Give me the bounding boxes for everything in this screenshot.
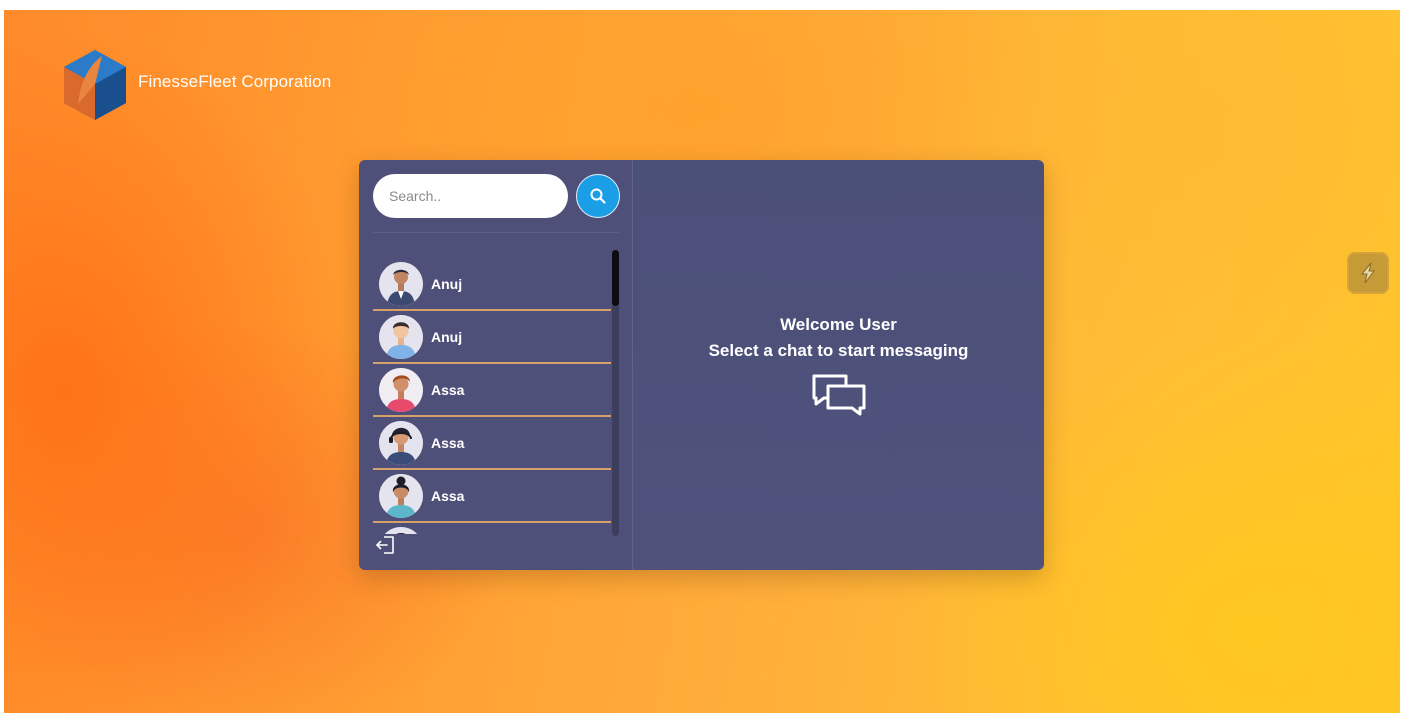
contact-item[interactable]: Assa xyxy=(373,417,611,470)
avatar xyxy=(379,314,423,359)
logout-button[interactable] xyxy=(375,534,397,556)
contact-item[interactable]: Assa xyxy=(373,364,611,417)
contact-list-scrollbar[interactable] xyxy=(612,250,619,536)
avatar xyxy=(379,261,423,306)
lightning-icon xyxy=(1360,262,1375,284)
contact-name: Assa xyxy=(431,434,465,451)
welcome-subtitle: Select a chat to start messaging xyxy=(708,341,969,360)
app-background: FinesseFleet Corporation Search.. Anuj A… xyxy=(4,10,1400,713)
contact-item[interactable] xyxy=(373,523,611,534)
search-button[interactable] xyxy=(576,174,620,218)
avatar xyxy=(379,420,423,465)
chat-window: Anuj Anuj xyxy=(359,160,1044,570)
chat-bubbles-icon xyxy=(812,374,865,416)
contact-name: Anuj xyxy=(431,275,463,292)
brand: FinesseFleet Corporation xyxy=(62,48,331,120)
contact-item[interactable]: Anuj xyxy=(373,311,611,364)
search-input[interactable] xyxy=(373,174,568,218)
welcome-title: Welcome User xyxy=(780,315,897,334)
search-divider xyxy=(373,232,619,233)
scrollbar-thumb[interactable] xyxy=(612,250,619,306)
contact-item[interactable]: Anuj xyxy=(373,258,611,311)
contact-list: Anuj Anuj Assa Assa Assa xyxy=(373,258,611,534)
avatar xyxy=(379,367,423,412)
logout-icon xyxy=(376,536,394,554)
chat-main-panel: Welcome User Select a chat to start mess… xyxy=(633,160,1044,570)
contact-name: Assa xyxy=(431,487,465,504)
contact-item[interactable]: Assa xyxy=(373,470,611,523)
contact-name: Assa xyxy=(431,381,465,398)
search-icon xyxy=(590,188,606,204)
contact-name: Anuj xyxy=(431,328,463,345)
search-bar xyxy=(373,174,620,218)
brand-name: FinesseFleet Corporation xyxy=(138,72,332,91)
cube-logo-icon xyxy=(64,50,126,120)
chat-sidebar: Anuj Anuj xyxy=(359,160,633,570)
avatar xyxy=(379,526,423,534)
side-widget-button[interactable] xyxy=(1347,252,1389,294)
avatar xyxy=(379,473,423,518)
